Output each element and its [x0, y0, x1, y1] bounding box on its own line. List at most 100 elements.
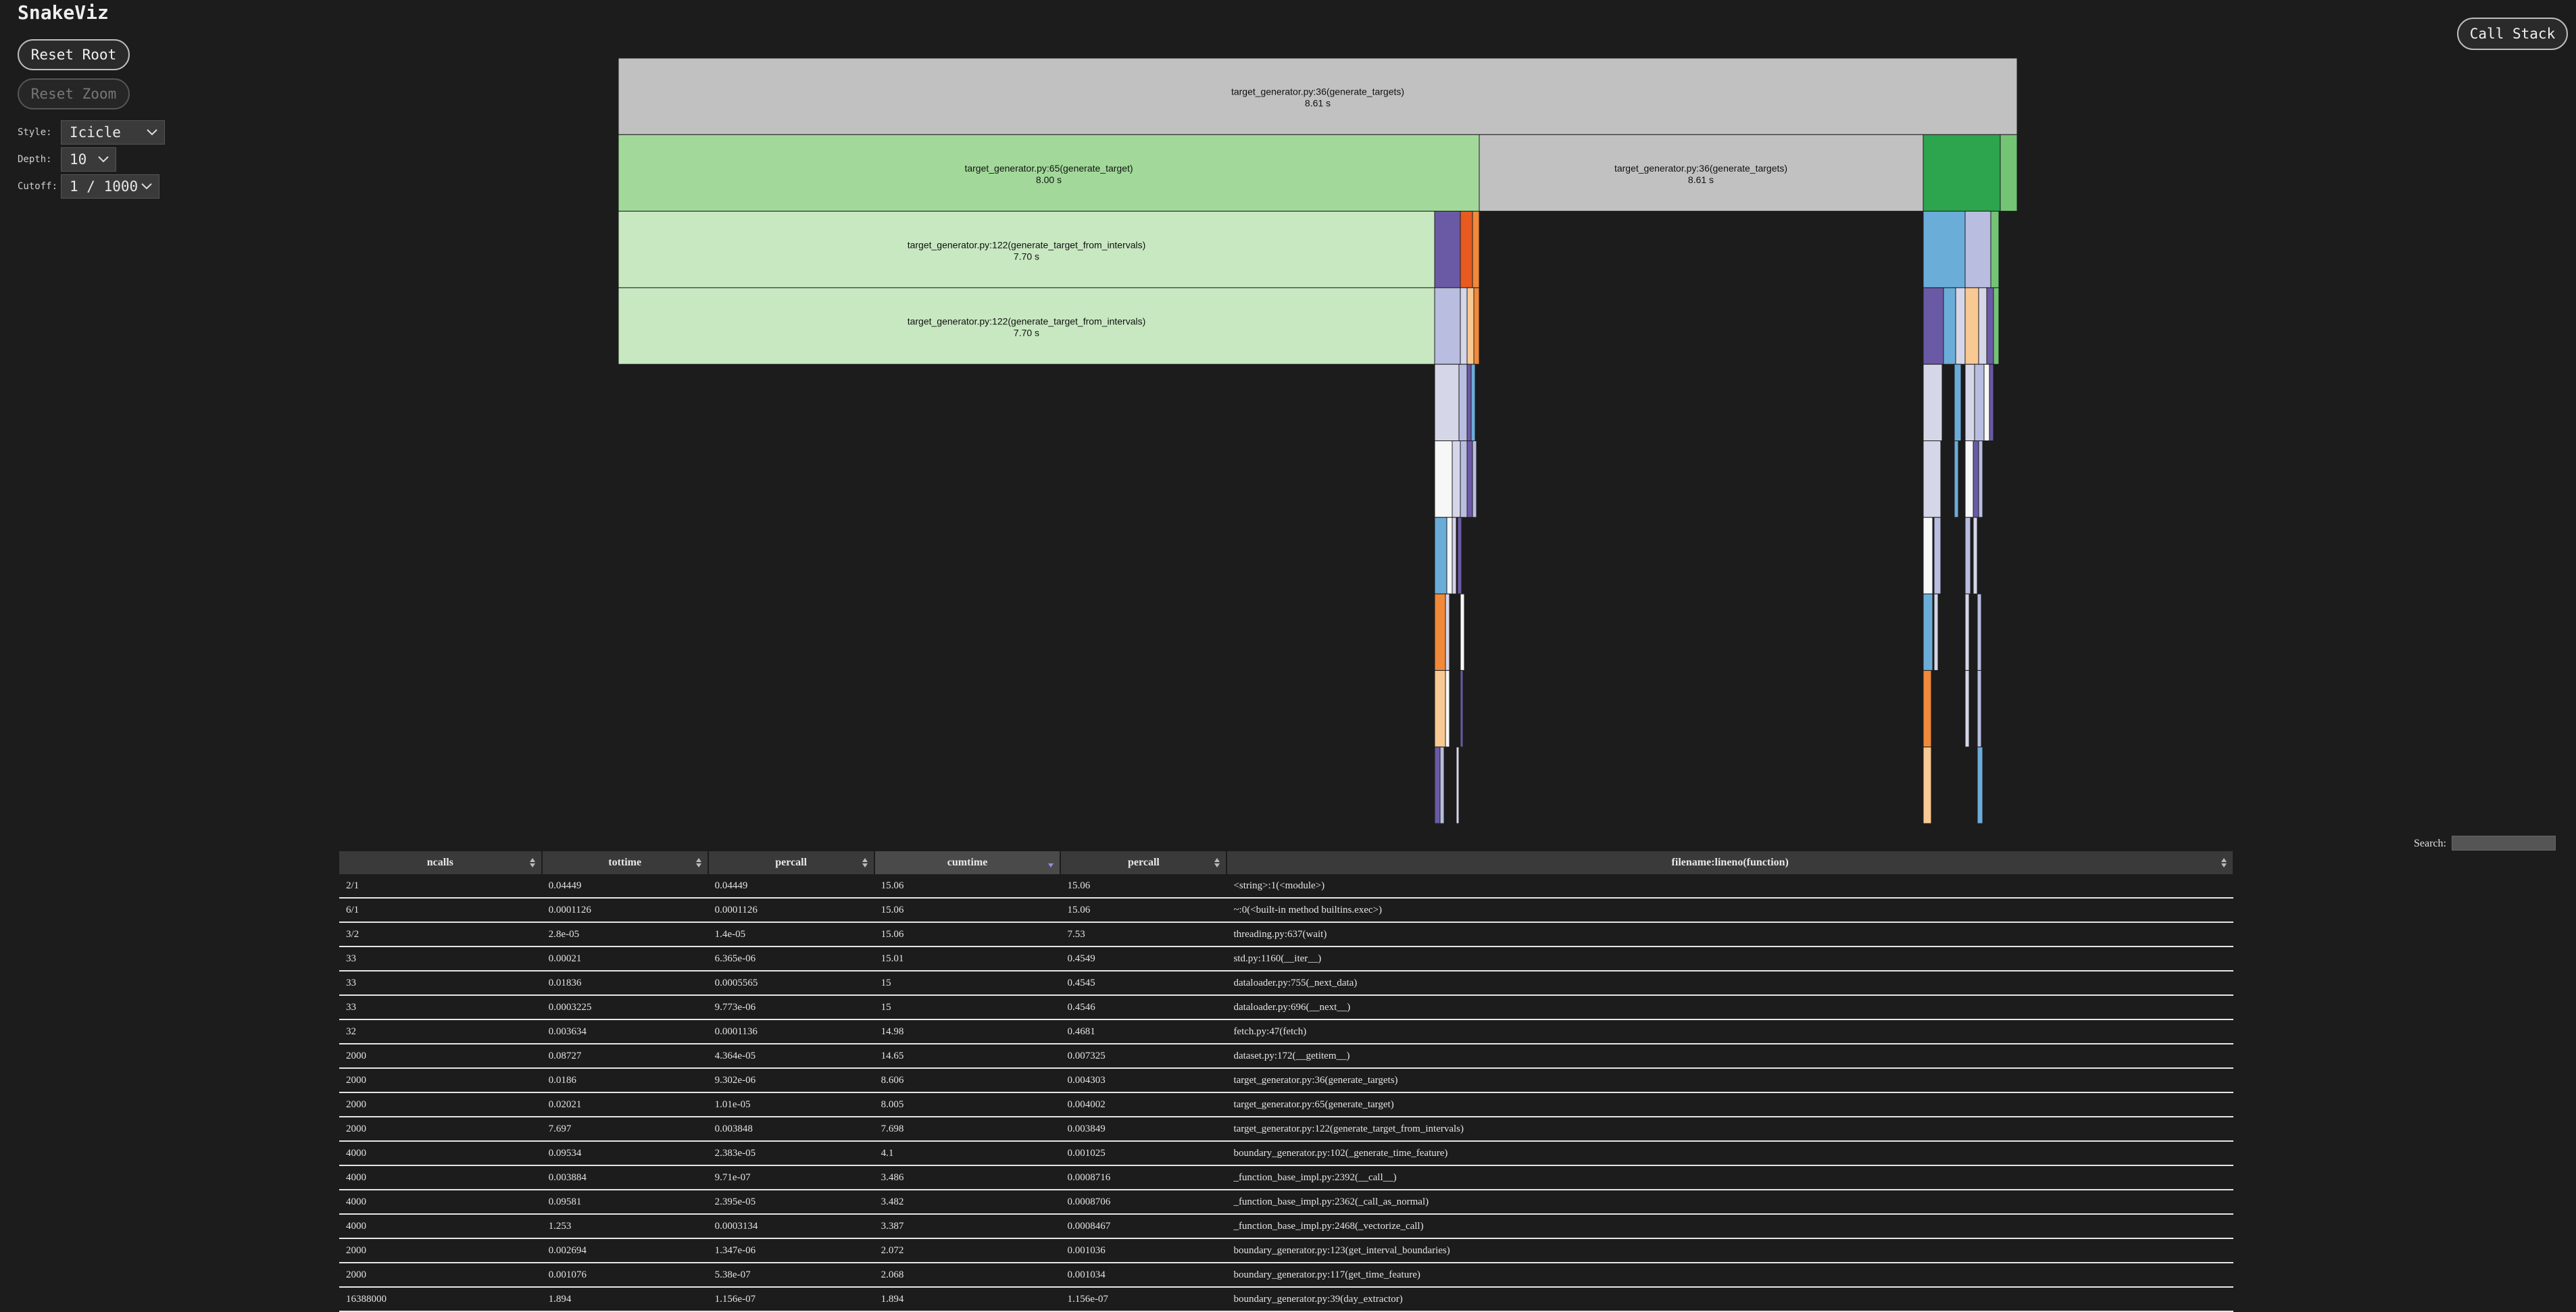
- icicle-block[interactable]: [1460, 670, 1464, 748]
- column-header-0[interactable]: ncalls: [339, 851, 543, 874]
- table-row[interactable]: 32 0.003634 0.0001136 14.98 0.4681 fetch.py:4…: [339, 1019, 2233, 1044]
- table-row[interactable]: 2000 0.08727 4.364e-05 14.65 0.007325 dataset…: [339, 1044, 2233, 1069]
- icicle-block[interactable]: [1434, 287, 1461, 365]
- table-row[interactable]: 2000 0.02021 1.01e-05 8.005 0.004002 target_g…: [339, 1092, 2233, 1117]
- icicle-block[interactable]: [1460, 440, 1468, 518]
- icicle-block[interactable]: [1954, 363, 1962, 442]
- icicle-block[interactable]: [1466, 287, 1475, 365]
- table-row[interactable]: 2/1 0.04449 0.04449 15.06 15.06 <string>:1(<m…: [339, 874, 2233, 899]
- icicle-block[interactable]: [1964, 593, 1970, 671]
- icicle-block[interactable]: [1466, 440, 1473, 518]
- icicle-block[interactable]: [1923, 440, 1941, 518]
- table-cell: 2000: [339, 1263, 542, 1288]
- table-row[interactable]: 2000 7.697 0.003848 7.698 0.003849 target_gen…: [339, 1117, 2233, 1142]
- icicle-block[interactable]: [1458, 363, 1468, 442]
- icicle-block[interactable]: [2000, 134, 2018, 212]
- icicle-block[interactable]: [1445, 670, 1450, 748]
- icicle-block[interactable]: [1923, 287, 1944, 365]
- icicle-block[interactable]: [1923, 211, 1966, 288]
- icicle-block[interactable]: [1977, 593, 1982, 671]
- column-header-3[interactable]: cumtime: [874, 851, 1062, 874]
- table-row[interactable]: 33 0.0003225 9.773e-06 15 0.4546 dataloader.p…: [339, 995, 2233, 1020]
- icicle-block[interactable]: [1977, 670, 1982, 748]
- table-row[interactable]: 2000 0.0186 9.302e-06 8.606 0.004303 target_g…: [339, 1068, 2233, 1093]
- icicle-block[interactable]: [1986, 287, 1994, 365]
- column-header-2[interactable]: percall: [708, 851, 875, 874]
- table-row[interactable]: 6/1 0.0001126 0.0001126 15.06 15.06 ~:0(<buil…: [339, 898, 2233, 923]
- icicle-block-time: 8.61 s: [1688, 174, 1714, 185]
- column-header-5[interactable]: filename:lineno(function): [1227, 851, 2234, 874]
- icicle-block[interactable]: [1955, 287, 1966, 365]
- column-header-4[interactable]: percall: [1060, 851, 1228, 874]
- icicle-chart[interactable]: target_generator.py:36(generate_targets)…: [0, 0, 2576, 831]
- icicle-block[interactable]: [1472, 440, 1477, 518]
- table-row[interactable]: 16388000 1.894 1.156e-07 1.894 1.156e-07 boun…: [339, 1287, 2233, 1312]
- icicle-block[interactable]: [1434, 593, 1446, 671]
- icicle-block[interactable]: [1473, 287, 1480, 365]
- icicle-block[interactable]: [1434, 747, 1441, 824]
- table-row[interactable]: 4000 0.09581 2.395e-05 3.482 0.0008706 _funct…: [339, 1190, 2233, 1215]
- icicle-block[interactable]: [1989, 363, 1994, 442]
- icicle-block[interactable]: [1974, 363, 1985, 442]
- icicle-block[interactable]: [1923, 670, 1932, 748]
- icicle-block[interactable]: [1460, 593, 1465, 671]
- icicle-block[interactable]: [1466, 363, 1472, 442]
- sort-icon: [862, 858, 868, 867]
- icicle-block[interactable]: [1434, 440, 1453, 518]
- icicle-block[interactable]: [1964, 670, 1970, 748]
- icicle-block[interactable]: [1933, 593, 1939, 671]
- icicle-block[interactable]: [1973, 440, 1979, 518]
- table-cell: 2.395e-05: [708, 1190, 874, 1215]
- table-row[interactable]: 3/2 2.8e-05 1.4e-05 15.06 7.53 threading.py:6…: [339, 922, 2233, 947]
- icicle-block[interactable]: [1943, 287, 1956, 365]
- icicle-block[interactable]: [1472, 211, 1480, 288]
- icicle-block[interactable]: [1460, 287, 1468, 365]
- icicle-block[interactable]: [1933, 517, 1941, 595]
- table-cell: 2000: [339, 1044, 542, 1069]
- table-row[interactable]: 33 0.00021 6.365e-06 15.01 0.4549 std.py:1160…: [339, 947, 2233, 972]
- icicle-block[interactable]: [1923, 134, 2001, 212]
- icicle-block[interactable]: [1964, 211, 1991, 288]
- icicle-block[interactable]: [1978, 440, 1983, 518]
- icicle-block[interactable]: [1923, 747, 1932, 824]
- icicle-block[interactable]: [1964, 363, 1975, 442]
- icicle-block[interactable]: [1457, 517, 1462, 595]
- icicle-block[interactable]: [1983, 363, 1990, 442]
- icicle-block[interactable]: [1434, 211, 1461, 288]
- icicle-block[interactable]: [1445, 593, 1450, 671]
- icicle-block[interactable]: [1923, 517, 1933, 595]
- table-cell: 8.005: [874, 1092, 1061, 1117]
- icicle-block[interactable]: [1434, 670, 1446, 748]
- icicle-block[interactable]: [1456, 747, 1460, 824]
- icicle-block[interactable]: [1452, 440, 1461, 518]
- table-row[interactable]: 4000 0.003884 9.71e-07 3.486 0.0008716 _funct…: [339, 1165, 2233, 1190]
- icicle-block[interactable]: [1923, 363, 1943, 442]
- icicle-block[interactable]: [1990, 211, 2000, 288]
- table-row[interactable]: 2000 0.002694 1.347e-06 2.072 0.001036 bounda…: [339, 1238, 2233, 1263]
- icicle-block[interactable]: [1964, 440, 1974, 518]
- icicle-block[interactable]: [1434, 517, 1447, 595]
- icicle-block[interactable]: [1993, 287, 2000, 365]
- table-cell: 4.364e-05: [708, 1044, 874, 1069]
- icicle-block[interactable]: [1452, 517, 1457, 595]
- icicle-block[interactable]: [1923, 593, 1933, 671]
- icicle-block[interactable]: [1954, 440, 1959, 518]
- icicle-block[interactable]: [1964, 517, 1971, 595]
- search-input[interactable]: [2452, 836, 2556, 851]
- table-row[interactable]: 4000 1.253 0.0003134 3.387 0.0008467 _functio…: [339, 1214, 2233, 1239]
- table-cell: 2000: [339, 1068, 542, 1093]
- icicle-block[interactable]: [1439, 747, 1445, 824]
- table-row[interactable]: 2000 0.001076 5.38e-07 2.068 0.001034 boundar…: [339, 1263, 2233, 1288]
- column-header-1[interactable]: tottime: [541, 851, 709, 874]
- icicle-block[interactable]: [1446, 517, 1453, 595]
- table-row[interactable]: 33 0.01836 0.0005565 15 0.4545 dataloader.py:…: [339, 971, 2233, 996]
- icicle-block[interactable]: [1434, 363, 1460, 442]
- icicle-block[interactable]: [1964, 287, 1979, 365]
- icicle-block[interactable]: [1978, 287, 1987, 365]
- icicle-block[interactable]: [1977, 747, 1983, 824]
- icicle-block[interactable]: [1460, 211, 1473, 288]
- icicle-block[interactable]: [1470, 363, 1476, 442]
- icicle-block[interactable]: [1973, 517, 1978, 595]
- column-header-label: filename:lineno(function): [1671, 857, 1789, 868]
- table-row[interactable]: 4000 0.09534 2.383e-05 4.1 0.001025 boundary_…: [339, 1141, 2233, 1166]
